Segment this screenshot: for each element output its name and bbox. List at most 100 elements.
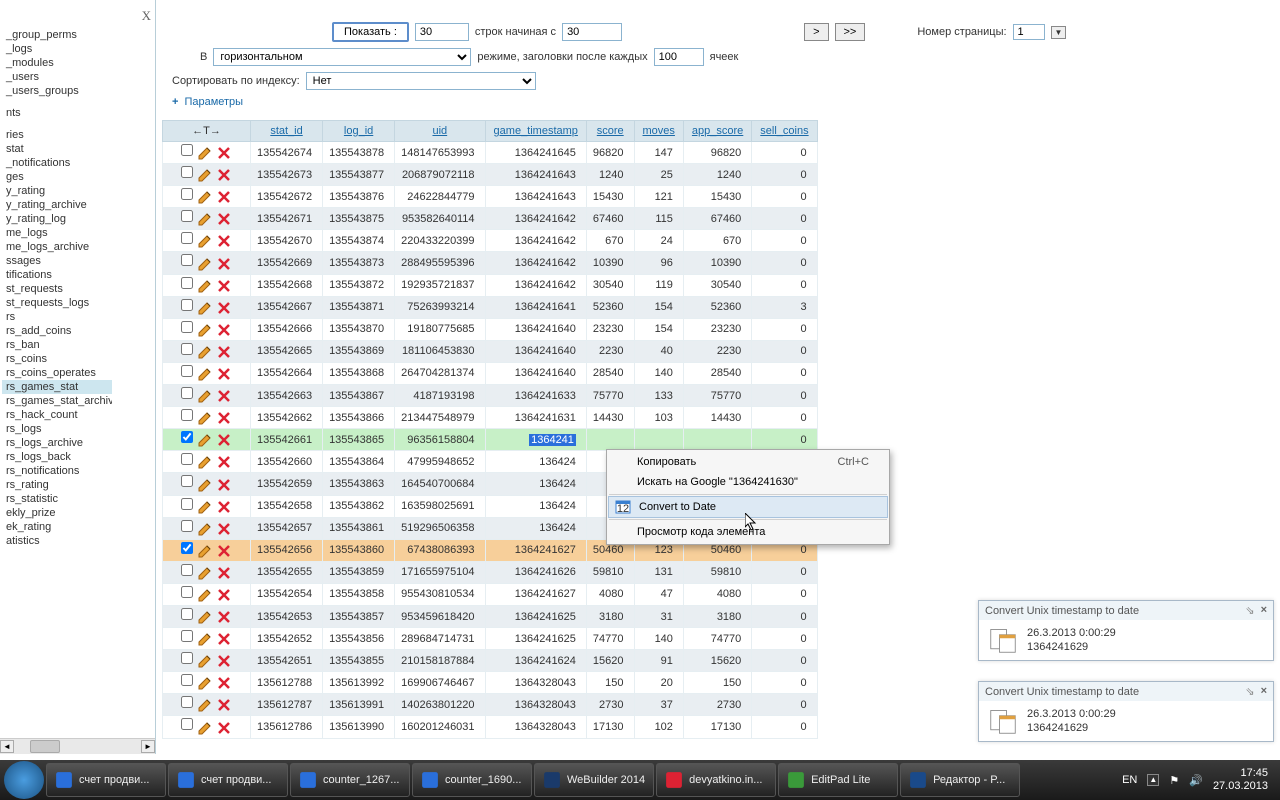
row-checkbox[interactable]: [181, 453, 193, 465]
cell-game_timestamp[interactable]: 1364241645: [485, 142, 586, 164]
taskbar-item[interactable]: Редактор - P...: [900, 763, 1020, 797]
cell-sell_coins[interactable]: 0: [752, 164, 817, 186]
cell-app_score[interactable]: 30540: [683, 274, 751, 296]
cell-stat_id[interactable]: 135542663: [251, 385, 323, 407]
tree-item[interactable]: rs_coins: [2, 352, 112, 366]
cell-uid[interactable]: 955430810534: [395, 583, 485, 605]
cell-game_timestamp[interactable]: 1364241625: [485, 628, 586, 650]
cell-log_id[interactable]: 135543874: [323, 230, 395, 252]
cell-uid[interactable]: 140263801220: [395, 694, 485, 716]
cell-log_id[interactable]: 135543857: [323, 605, 395, 627]
edit-icon[interactable]: [197, 278, 213, 294]
cell-game_timestamp[interactable]: 1364241627: [485, 583, 586, 605]
delete-icon[interactable]: [216, 189, 232, 205]
column-header-game_timestamp[interactable]: game_timestamp: [485, 121, 586, 142]
tray-lang[interactable]: EN: [1122, 774, 1137, 786]
page-select[interactable]: [1013, 24, 1045, 40]
cell-uid[interactable]: 160201246031: [395, 716, 485, 738]
cell-uid[interactable]: 67438086393: [395, 539, 485, 561]
delete-icon[interactable]: [216, 278, 232, 294]
edit-icon[interactable]: [197, 521, 213, 537]
cell-stat_id[interactable]: 135542652: [251, 628, 323, 650]
tree-item[interactable]: rs_games_stat: [2, 380, 112, 394]
cell-stat_id[interactable]: 135542659: [251, 473, 323, 495]
cell-moves[interactable]: 133: [634, 385, 683, 407]
cell-log_id[interactable]: 135543861: [323, 517, 395, 539]
cell-stat_id[interactable]: 135542654: [251, 583, 323, 605]
cell-log_id[interactable]: 135543864: [323, 451, 395, 473]
cell-score[interactable]: [586, 429, 634, 451]
row-checkbox[interactable]: [181, 232, 193, 244]
cell-sell_coins[interactable]: 0: [752, 186, 817, 208]
cell-uid[interactable]: 220433220399: [395, 230, 485, 252]
row-checkbox[interactable]: [181, 718, 193, 730]
column-header-uid[interactable]: uid: [395, 121, 485, 142]
orientation-select[interactable]: горизонтальном: [213, 48, 471, 66]
cell-game_timestamp[interactable]: 136424: [485, 517, 586, 539]
tree-item[interactable]: rs_logs_archive: [2, 436, 112, 450]
tree-item[interactable]: _modules: [2, 56, 112, 70]
tray-chevron-icon[interactable]: ▲: [1147, 774, 1159, 786]
column-header-sell_coins[interactable]: sell_coins: [752, 121, 817, 142]
column-header-stat_id[interactable]: stat_id: [251, 121, 323, 142]
edit-icon[interactable]: [197, 631, 213, 647]
cell-score[interactable]: 14430: [586, 407, 634, 429]
tree-item[interactable]: y_rating_archive: [2, 198, 112, 212]
cell-app_score[interactable]: 75770: [683, 385, 751, 407]
taskbar-item[interactable]: devyatkino.in...: [656, 763, 776, 797]
taskbar-item[interactable]: WeBuilder 2014: [534, 763, 654, 797]
row-checkbox[interactable]: [181, 498, 193, 510]
cell-log_id[interactable]: 135543872: [323, 274, 395, 296]
cell-moves[interactable]: 147: [634, 142, 683, 164]
cell-uid[interactable]: 4187193198: [395, 385, 485, 407]
cell-game_timestamp[interactable]: 1364241642: [485, 252, 586, 274]
tree-item[interactable]: rs_add_coins: [2, 324, 112, 338]
cell-game_timestamp[interactable]: 1364241642: [485, 208, 586, 230]
close-icon[interactable]: ×: [1261, 604, 1267, 617]
tree-item[interactable]: ssages: [2, 254, 112, 268]
edit-icon[interactable]: [197, 167, 213, 183]
row-checkbox[interactable]: [181, 652, 193, 664]
delete-icon[interactable]: [216, 543, 232, 559]
cell-uid[interactable]: 519296506358: [395, 517, 485, 539]
params-link[interactable]: Параметры: [184, 96, 243, 108]
cell-score[interactable]: 30540: [586, 274, 634, 296]
tree-item[interactable]: _logs: [2, 42, 112, 56]
edit-icon[interactable]: [197, 720, 213, 736]
cell-moves[interactable]: 154: [634, 318, 683, 340]
edit-icon[interactable]: [197, 344, 213, 360]
row-checkbox[interactable]: [181, 586, 193, 598]
cell-app_score[interactable]: 59810: [683, 561, 751, 583]
cell-stat_id[interactable]: 135542660: [251, 451, 323, 473]
column-header-app_score[interactable]: app_score: [683, 121, 751, 142]
cell-score[interactable]: 59810: [586, 561, 634, 583]
edit-icon[interactable]: [197, 256, 213, 272]
cell-log_id[interactable]: 135543860: [323, 539, 395, 561]
cell-stat_id[interactable]: 135612788: [251, 672, 323, 694]
delete-icon[interactable]: [216, 432, 232, 448]
cell-uid[interactable]: 213447548979: [395, 407, 485, 429]
taskbar-item[interactable]: counter_1267...: [290, 763, 410, 797]
cell-moves[interactable]: 102: [634, 716, 683, 738]
row-checkbox[interactable]: [181, 166, 193, 178]
cell-log_id[interactable]: 135543873: [323, 252, 395, 274]
taskbar-item[interactable]: счет продви...: [168, 763, 288, 797]
cell-sell_coins[interactable]: 0: [752, 694, 817, 716]
delete-icon[interactable]: [216, 167, 232, 183]
edit-icon[interactable]: [197, 322, 213, 338]
column-header-score[interactable]: score: [586, 121, 634, 142]
delete-icon[interactable]: [216, 410, 232, 426]
cell-stat_id[interactable]: 135542669: [251, 252, 323, 274]
cell-uid[interactable]: 181106453830: [395, 340, 485, 362]
cell-moves[interactable]: 115: [634, 208, 683, 230]
row-checkbox[interactable]: [181, 277, 193, 289]
cell-sell_coins[interactable]: 0: [752, 385, 817, 407]
cell-log_id[interactable]: 135543878: [323, 142, 395, 164]
edit-icon[interactable]: [197, 410, 213, 426]
cell-stat_id[interactable]: 135542664: [251, 362, 323, 384]
cell-score[interactable]: 4080: [586, 583, 634, 605]
tree-item[interactable]: rs: [2, 310, 112, 324]
cell-score[interactable]: 15430: [586, 186, 634, 208]
cell-moves[interactable]: 140: [634, 362, 683, 384]
delete-icon[interactable]: [216, 145, 232, 161]
